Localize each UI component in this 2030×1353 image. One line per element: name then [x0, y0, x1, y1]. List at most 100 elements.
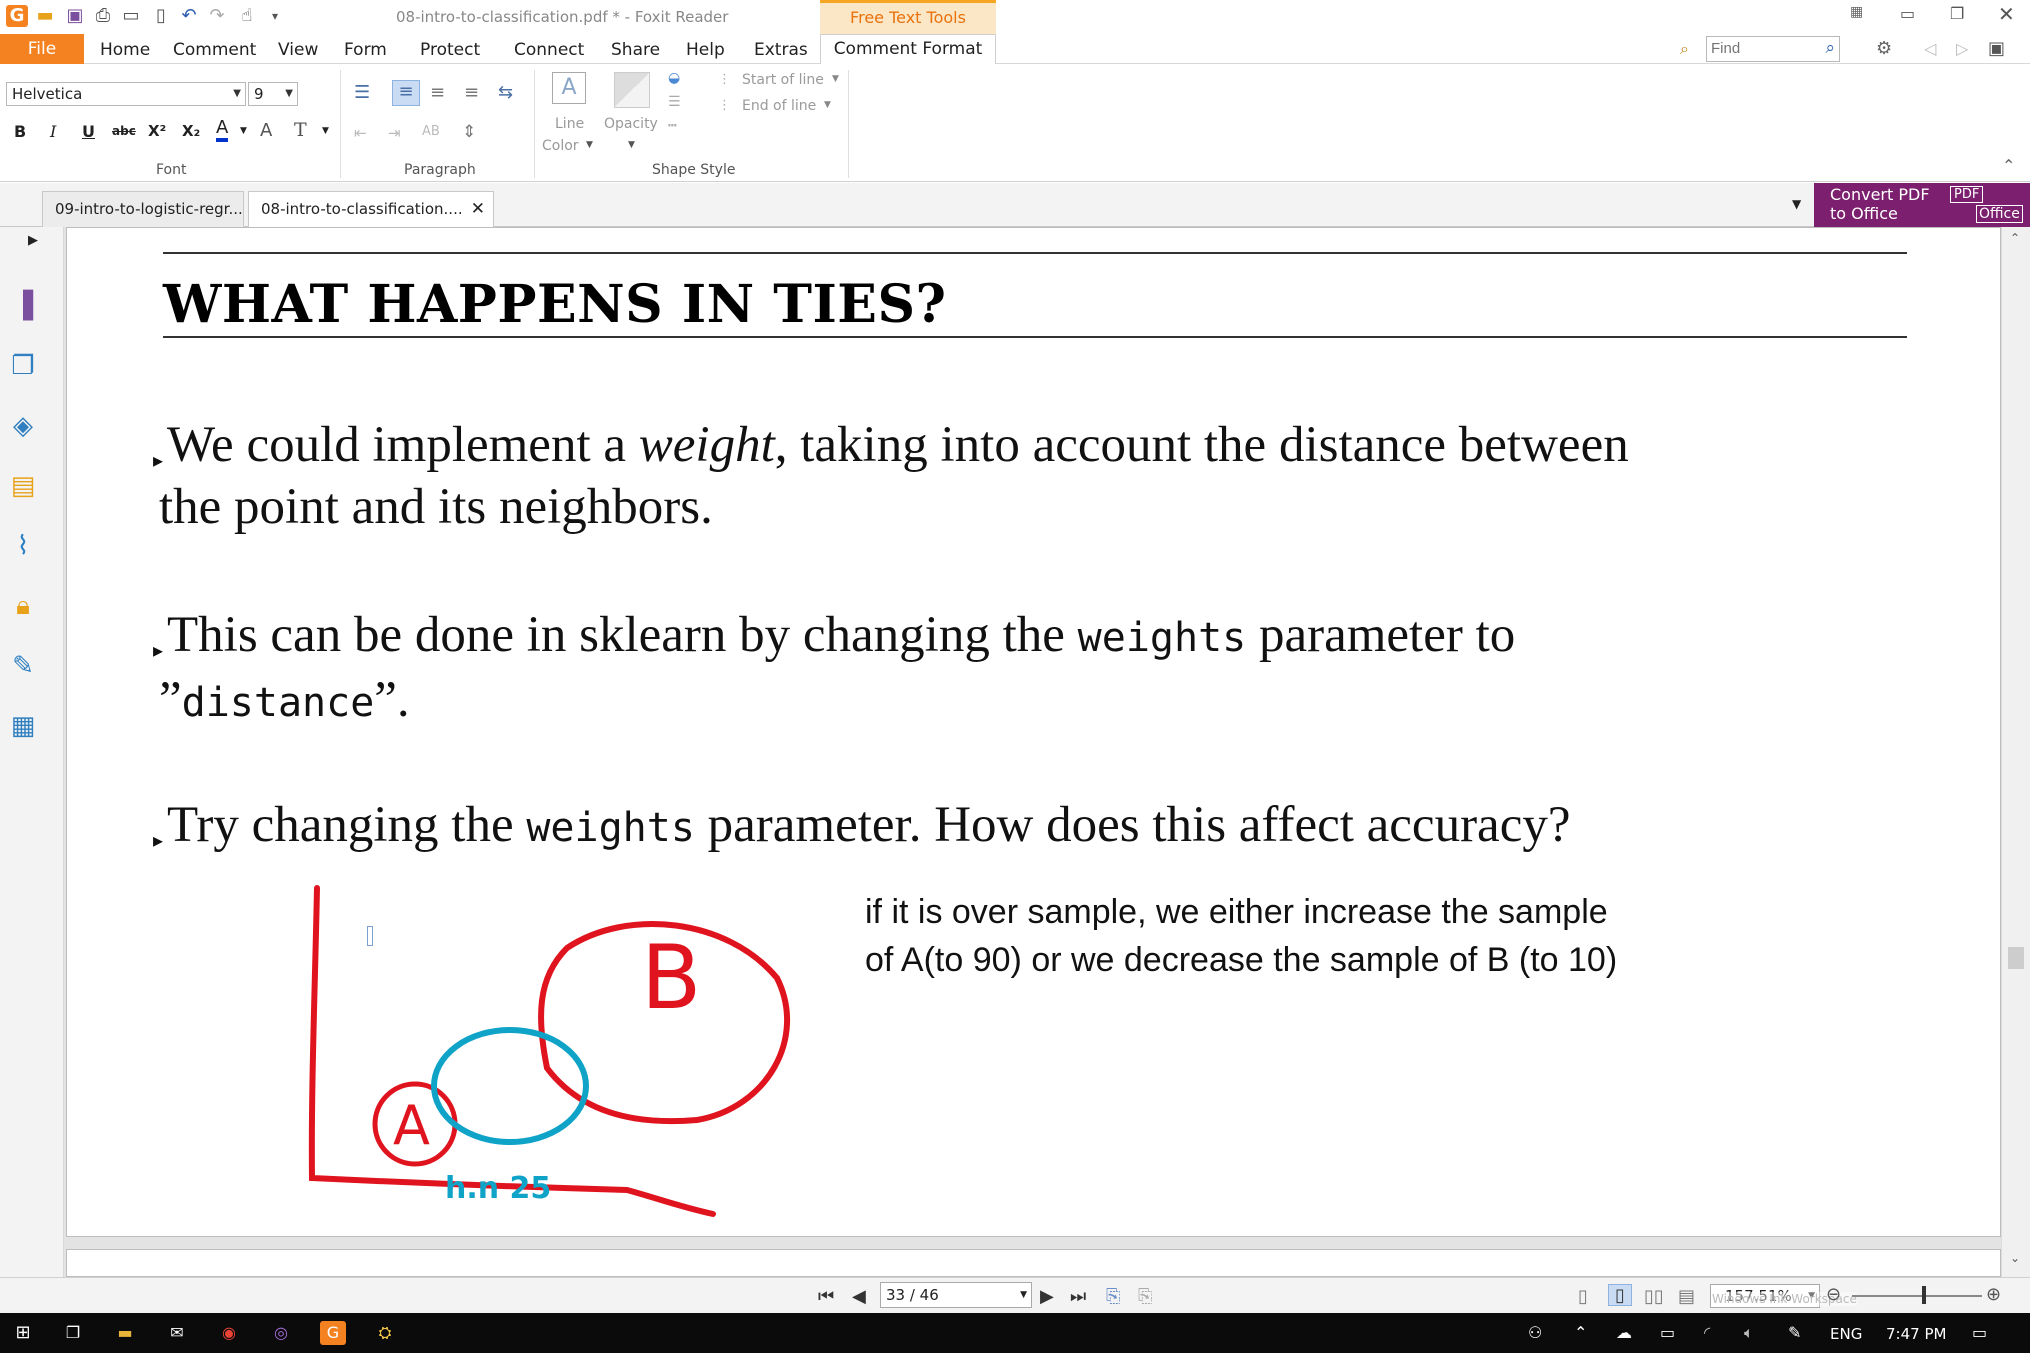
clear-format-button[interactable]: T [294, 119, 307, 141]
facing-page-icon[interactable]: ▯▯ [1644, 1286, 1664, 1307]
show-hidden-icons[interactable]: ⌃ [1574, 1323, 1587, 1342]
previous-view-icon[interactable]: ⎘ [1106, 1286, 1120, 1307]
close-tab-icon[interactable]: ✕ [471, 192, 485, 226]
settings-gear-icon[interactable]: ⚙ [1876, 38, 1892, 59]
start-of-line-icon[interactable]: ⋮ [718, 72, 731, 87]
file-menu[interactable]: File [0, 34, 84, 64]
signature-icon[interactable]: ✎ [6, 649, 40, 683]
find-input[interactable] [1707, 37, 1811, 59]
clock[interactable]: 7:47 PM [1886, 1325, 1946, 1343]
onedrive-icon[interactable]: ☁ [1616, 1323, 1632, 1342]
align-right-icon[interactable]: ≡ [464, 82, 479, 103]
next-view-icon[interactable]: ⎘ [1138, 1286, 1152, 1307]
undo-icon[interactable]: ↶ [178, 5, 200, 27]
python-icon[interactable]: ⛭ [372, 1321, 398, 1345]
continuous-facing-icon[interactable]: ▤ [1678, 1286, 1695, 1307]
previous-page-icon[interactable]: ◀ [852, 1286, 866, 1307]
layers-icon[interactable]: ◈ [6, 409, 40, 443]
menu-comment[interactable]: Comment [173, 40, 256, 60]
tab-list-dropdown-icon[interactable]: ▼ [1792, 197, 1801, 211]
bookmark-icon[interactable]: ▐ [6, 289, 40, 323]
nav-back-icon[interactable]: ◁ [1924, 39, 1936, 58]
chevron-down-icon[interactable]: ▼ [1020, 1283, 1027, 1307]
menu-protect[interactable]: Protect [420, 40, 480, 60]
align-center-icon[interactable]: ≡ [430, 82, 445, 103]
indent-decrease-icon[interactable]: ⇤ [354, 124, 367, 142]
attachment-icon[interactable]: ⌇ [6, 529, 40, 563]
end-of-line-dropdown-icon[interactable]: ▼ [824, 100, 831, 110]
font-color-dropdown-icon[interactable]: ▼ [240, 126, 247, 136]
menu-share[interactable]: Share [611, 40, 660, 60]
comments-icon[interactable]: ▤ [6, 469, 40, 503]
indent-increase-icon[interactable]: ⇥ [388, 124, 401, 142]
strikethrough-button[interactable]: abc [112, 124, 136, 138]
expand-panel-icon[interactable]: ▶ [28, 233, 38, 248]
subscript-button[interactable]: X₂ [182, 122, 200, 140]
line-spacing-icon[interactable]: ⇕ [462, 122, 476, 142]
customize-qat-icon[interactable]: ▾ [264, 5, 286, 27]
lock-icon[interactable]: 🔒︎ [6, 589, 40, 623]
justify-icon[interactable]: ⇆ [498, 82, 513, 103]
single-page-icon[interactable]: ▯ [1578, 1286, 1588, 1307]
zoom-slider-thumb[interactable] [1922, 1286, 1926, 1304]
close-button[interactable]: ✕ [1998, 2, 2015, 26]
wifi-icon[interactable]: ◜ [1704, 1323, 1710, 1342]
clear-format-dropdown-icon[interactable]: ▼ [322, 126, 329, 136]
onenote-icon[interactable]: ◎ [268, 1321, 294, 1345]
battery-icon[interactable]: ▭ [1660, 1323, 1675, 1342]
vertical-scrollbar[interactable]: ⌃ ⌄ [2001, 227, 2030, 1277]
zoom-in-icon[interactable]: ⊕ [1986, 1284, 2001, 1305]
find-box[interactable]: ⌕ [1706, 36, 1840, 62]
file-explorer-icon[interactable]: ▬ [112, 1321, 138, 1345]
font-name-select[interactable]: Helvetica ▼ [6, 82, 246, 106]
fill-color-icon[interactable]: ◒ [668, 70, 680, 86]
scroll-down-icon[interactable]: ⌄ [2010, 1251, 2020, 1265]
tab-intro-classification[interactable]: 08-intro-to-classification.... ✕ [248, 191, 494, 227]
opacity-dropdown-icon[interactable]: ▼ [628, 140, 635, 150]
save-icon[interactable]: ▣ [64, 5, 86, 27]
tab-logistic-regression[interactable]: 09-intro-to-logistic-regr... [42, 191, 244, 227]
scan-icon[interactable]: ▭ [120, 5, 142, 27]
last-page-icon[interactable]: ⏭ [1070, 1286, 1086, 1307]
user-account-icon[interactable]: ▣ [1988, 38, 2005, 59]
zoom-out-icon[interactable]: ⊖ [1826, 1284, 1841, 1305]
char-spacing-icon[interactable]: AB [422, 124, 440, 139]
next-page-icon[interactable]: ▶ [1040, 1286, 1054, 1307]
new-document-icon[interactable]: ▯ [150, 5, 172, 27]
language-indicator[interactable]: ENG [1830, 1325, 1862, 1343]
chrome-icon[interactable]: ◉ [216, 1321, 242, 1345]
opacity-icon[interactable] [614, 72, 650, 108]
menu-connect[interactable]: Connect [514, 40, 584, 60]
people-icon[interactable]: ⚇ [1528, 1323, 1542, 1342]
collapse-ribbon-icon[interactable]: ⌃ [2002, 156, 2015, 175]
line-color-icon[interactable]: A [552, 72, 586, 104]
superscript-button[interactable]: X² [148, 122, 166, 140]
ink-drawing[interactable]: A B h.n 25 [297, 868, 917, 1228]
page-number-input[interactable]: 33 / 46 ▼ [880, 1282, 1032, 1308]
volume-icon[interactable]: 🔈︎ [1744, 1323, 1754, 1343]
end-of-line-button[interactable]: End of line [742, 98, 816, 114]
foxit-taskbar-icon[interactable]: G [320, 1321, 346, 1345]
convert-pdf-promo[interactable]: Convert PDF to Office PDF Office [1814, 183, 2030, 227]
hand-tool-icon[interactable]: ☝ [236, 5, 258, 27]
start-of-line-button[interactable]: Start of line [742, 72, 824, 88]
menu-help[interactable]: Help [686, 40, 725, 60]
pages-icon[interactable]: ❐ [6, 349, 40, 383]
menu-home[interactable]: Home [100, 40, 150, 60]
line-width-icon[interactable]: ☰ [668, 94, 681, 110]
task-view-icon[interactable]: ❐ [60, 1321, 86, 1345]
end-of-line-icon[interactable]: ⋮ [718, 98, 731, 113]
scroll-up-icon[interactable]: ⌃ [2010, 231, 2020, 245]
grow-font-button[interactable]: A [260, 120, 272, 141]
continuous-page-icon[interactable]: ▯ [1608, 1284, 1632, 1306]
action-center-icon[interactable]: ▭ [1972, 1323, 1987, 1342]
bullet-list-icon[interactable]: ☰ [354, 82, 370, 103]
print-icon[interactable]: ⎙ [92, 5, 114, 27]
restore-button[interactable]: ❐ [1950, 4, 1964, 23]
scroll-thumb[interactable] [2008, 947, 2024, 969]
align-left-icon[interactable]: ≡ [392, 80, 420, 106]
zoom-slider[interactable] [1852, 1295, 1982, 1297]
bold-button[interactable]: B [14, 122, 26, 141]
nav-forward-icon[interactable]: ▷ [1956, 39, 1968, 58]
ribbon-display-icon[interactable]: ▦ [1850, 4, 1863, 20]
